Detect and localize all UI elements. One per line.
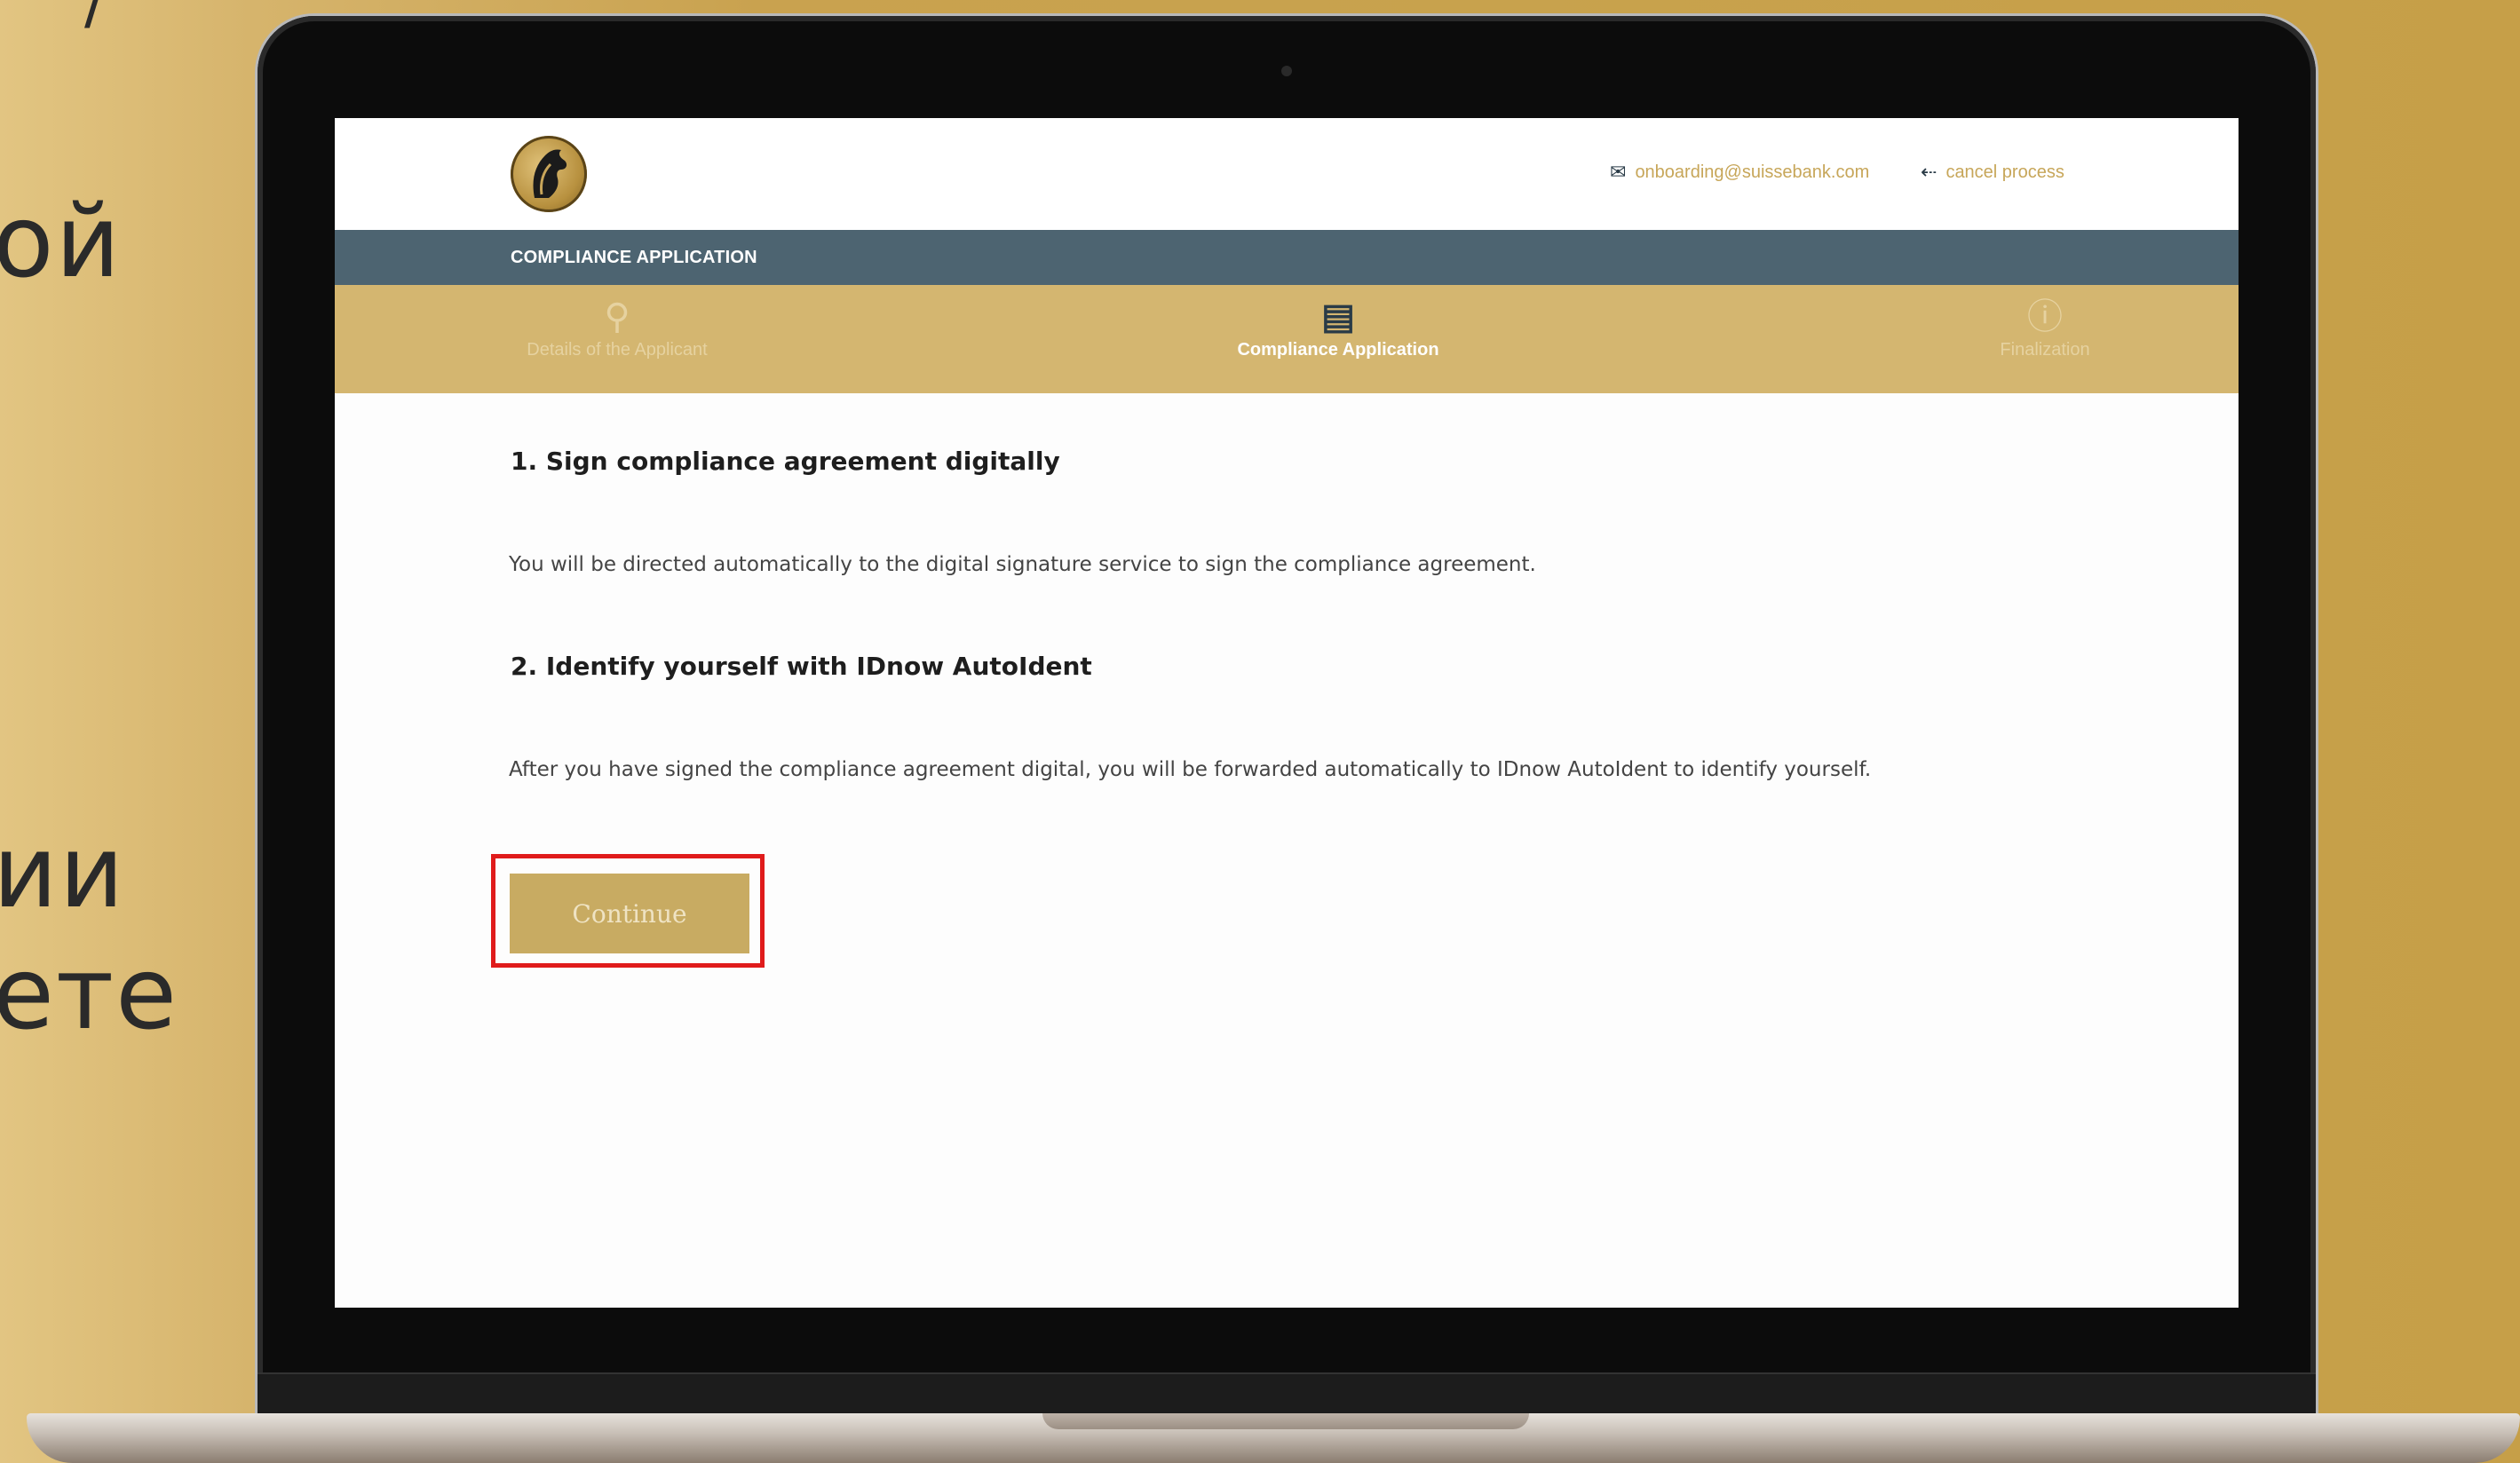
step-finalization[interactable]: ⓘ Finalization xyxy=(1965,297,2125,360)
mail-icon: ✉ xyxy=(1610,161,1627,183)
laptop-screen: ✉ onboarding@suissebank.com ⇠ cancel pro… xyxy=(335,118,2239,1308)
step-label: Details of the Applicant xyxy=(527,340,708,360)
step-label: Finalization xyxy=(2000,340,2090,360)
email-text: onboarding@suissebank.com xyxy=(1635,162,1870,182)
side-text-line-1: ой xyxy=(0,185,123,300)
document-icon: ▤ xyxy=(1321,297,1355,336)
background-side-text: / ой ии ете xyxy=(0,0,266,1463)
info-icon: ⓘ xyxy=(2027,297,2063,336)
person-icon: ⚲ xyxy=(604,297,630,336)
step-compliance-application[interactable]: ▤ Compliance Application xyxy=(1223,297,1454,360)
top-bar: ✉ onboarding@suissebank.com ⇠ cancel pro… xyxy=(335,118,2239,230)
side-text-line-3: ете xyxy=(0,937,179,1052)
step2-text: After you have signed the compliance agr… xyxy=(509,758,1872,781)
section-header: COMPLIANCE APPLICATION xyxy=(335,230,2239,285)
sign-out-icon: ⇠ xyxy=(1921,161,1938,183)
step-details-of-applicant[interactable]: ⚲ Details of the Applicant xyxy=(511,297,724,360)
cancel-process-link[interactable]: ⇠ cancel process xyxy=(1921,161,2064,184)
step1-text: You will be directed automatically to th… xyxy=(509,553,1536,576)
camera xyxy=(1281,66,1292,76)
step2-title: 2. Identify yourself with IDnow AutoIden… xyxy=(511,652,1092,681)
continue-button[interactable]: Continue xyxy=(510,874,749,953)
laptop-notch xyxy=(1042,1413,1529,1429)
horse-logo-icon[interactable] xyxy=(511,136,587,212)
email-link[interactable]: ✉ onboarding@suissebank.com xyxy=(1610,161,1869,184)
section-title: COMPLIANCE APPLICATION xyxy=(511,248,757,267)
step1-title: 1. Sign compliance agreement digitally xyxy=(511,447,1060,476)
side-text-mark: / xyxy=(84,0,107,37)
step-label: Compliance Application xyxy=(1237,340,1439,360)
side-text-line-2: ии xyxy=(0,815,126,930)
cancel-text: cancel process xyxy=(1945,162,2064,182)
progress-steps: ⚲ Details of the Applicant ▤ Compliance … xyxy=(335,285,2239,393)
